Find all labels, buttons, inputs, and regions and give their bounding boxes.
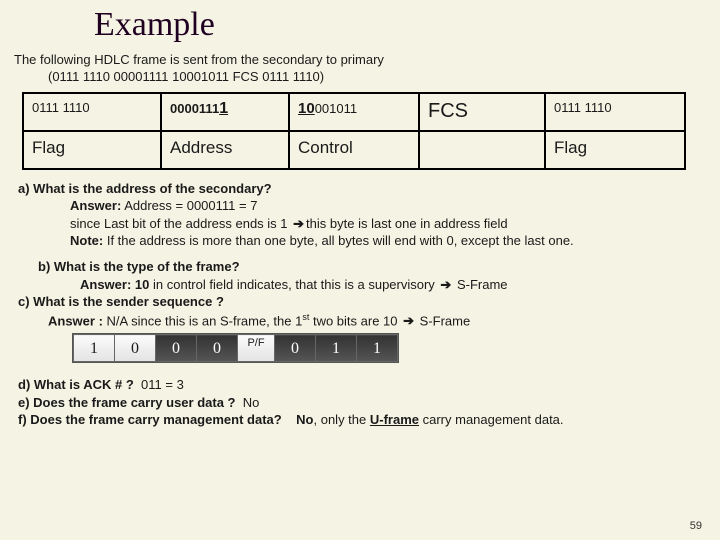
cell-control-bits: 10001011 — [289, 93, 419, 131]
answer-a-line1: Answer: Address = 0000111 = 7 — [70, 197, 706, 215]
cell-address-bits: 00001111 — [161, 93, 289, 131]
ctrl-bit: 0 — [275, 335, 316, 362]
ctrl-bit: 0 — [115, 335, 156, 362]
table-row: Flag Address Control Flag — [23, 131, 685, 169]
ctrl-bit: 1 — [357, 335, 398, 362]
question-a: a) What is the address of the secondary? — [18, 180, 706, 198]
question-e: e) Does the frame carry user data ? No — [18, 394, 706, 412]
slide-title: Example — [94, 6, 706, 44]
question-c: c) What is the sender sequence ? — [18, 293, 706, 311]
page-number: 59 — [690, 520, 702, 532]
body-text: a) What is the address of the secondary?… — [18, 180, 706, 429]
answer-b: Answer: 10 in control field indicates, t… — [80, 276, 706, 294]
answer-c: Answer : N/A since this is an S-frame, t… — [48, 311, 706, 330]
cell-flag2-label: Flag — [545, 131, 685, 169]
arrow-icon: ➔ — [438, 277, 453, 292]
intro-text: The following HDLC frame is sent from th… — [14, 52, 706, 86]
question-d: d) What is ACK # ? 011 = 3 — [18, 376, 706, 394]
ctrl-bit: 1 — [316, 335, 357, 362]
cell-flag2-bits: 0111 1110 — [545, 93, 685, 131]
cell-flag1-bits: 0111 1110 — [23, 93, 161, 131]
cell-fcs-label — [419, 131, 545, 169]
hdlc-frame-table: 0111 1110 00001111 10001011 FCS 0111 111… — [22, 92, 686, 170]
question-b: b) What is the type of the frame? — [38, 258, 706, 276]
cell-flag1-label: Flag — [23, 131, 161, 169]
cell-address-label: Address — [161, 131, 289, 169]
cell-control-label: Control — [289, 131, 419, 169]
table-row: 0111 1110 00001111 10001011 FCS 0111 111… — [23, 93, 685, 131]
intro-line-1: The following HDLC frame is sent from th… — [14, 52, 706, 69]
intro-line-2: (0111 1110 00001111 10001011 FCS 0111 11… — [48, 69, 706, 86]
ctrl-bit: 0 — [156, 335, 197, 362]
control-byte-diagram: 1 0 0 0 P/F 0 1 1 — [72, 333, 706, 368]
answer-a-line2: since Last bit of the address ends is 1 … — [70, 215, 706, 233]
arrow-icon: ➔ — [291, 216, 306, 231]
cell-fcs: FCS — [419, 93, 545, 131]
slide: Example The following HDLC frame is sent… — [0, 0, 720, 540]
ctrl-bit: 1 — [74, 335, 115, 362]
arrow-icon: ➔ — [401, 313, 416, 328]
question-f: f) Does the frame carry management data?… — [18, 411, 706, 429]
ctrl-bit: 0 — [197, 335, 238, 362]
control-bits-table: 1 0 0 0 P/F 0 1 1 — [72, 333, 399, 363]
ctrl-bit-pf: P/F — [238, 335, 275, 362]
answer-a-note: Note: If the address is more than one by… — [70, 232, 706, 250]
